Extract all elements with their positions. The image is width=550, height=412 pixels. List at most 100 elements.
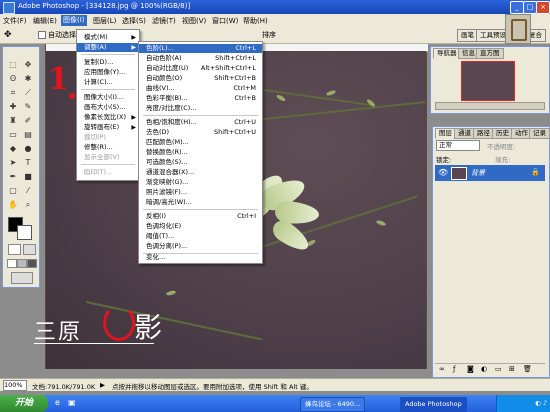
menu-item-selective-color[interactable]: 可选颜色(S)... [139, 158, 262, 167]
menu-item-color-balance[interactable]: 色彩平衡(B)... Ctrl+B [139, 94, 262, 103]
history-brush-tool-icon[interactable]: ✐ [22, 115, 34, 127]
gradient-tool-icon[interactable]: ▤ [22, 129, 34, 141]
standard-mode-icon[interactable] [8, 244, 21, 255]
menu-item-pixel-aspect-ratio[interactable]: 像素长宽比(X) ▶ [77, 113, 139, 122]
menu-item-match-color[interactable]: 匹配颜色(M)... [139, 138, 262, 147]
status-arrow-icon[interactable]: ▶ [100, 381, 105, 389]
blur-tool-icon[interactable]: ◆ [7, 143, 19, 155]
quick-launch-desktop-icon[interactable]: ▣ [68, 398, 76, 407]
brush-tool-icon[interactable]: ✎ [22, 101, 34, 113]
menu-item-rotate-canvas[interactable]: 旋转画布(E) ▶ [77, 123, 139, 132]
tab-histogram[interactable]: 直方图 [476, 48, 504, 59]
background-color-swatch[interactable] [17, 225, 32, 240]
healing-brush-tool-icon[interactable]: ✚ [7, 101, 19, 113]
pen-tool-icon[interactable]: ✒ [7, 171, 19, 183]
menu-item-calculations[interactable]: 计算(C)... [77, 78, 139, 87]
menu-image[interactable]: 图像(I) [61, 15, 87, 26]
lasso-tool-icon[interactable]: ʘ [7, 73, 19, 85]
tray-icons[interactable]: ◐ ♪ [535, 399, 547, 407]
menu-item-reveal-all[interactable]: 显示全部(V) [77, 153, 139, 162]
menu-item-mode[interactable]: 模式(M) ▶ [77, 33, 139, 42]
jump-to-imageready-icon[interactable] [11, 272, 33, 284]
workspace-tab-brushes[interactable]: 画笔 [457, 29, 478, 42]
zoom-field[interactable]: 100% [3, 380, 27, 391]
tab-channels[interactable]: 通道 [454, 128, 475, 139]
clone-stamp-tool-icon[interactable]: ♜ [7, 115, 19, 127]
menu-item-gradient-map[interactable]: 渐变映射(G)... [139, 178, 262, 187]
menu-item-auto-contrast[interactable]: 自动对比度(U) Alt+Shift+Ctrl+L [139, 64, 262, 73]
type-tool-icon[interactable]: T [22, 157, 34, 169]
menu-item-variations[interactable]: 变化... [139, 253, 262, 262]
shape-tool-icon[interactable]: ■ [22, 171, 34, 183]
menu-item-equalize[interactable]: 色调均化(E) [139, 222, 262, 231]
menu-item-crop[interactable]: 裁切(P) [77, 133, 139, 142]
screen-mode-standard-icon[interactable] [7, 259, 17, 268]
menu-item-trap[interactable]: 陷印(T)... [77, 168, 139, 177]
eyedropper-tool-icon[interactable]: ⁄ [22, 185, 34, 197]
move-tool-icon[interactable]: ✥ [4, 30, 12, 40]
minimize-button[interactable]: _ [510, 1, 524, 14]
navigator-thumbnail[interactable] [461, 61, 515, 101]
menu-item-trim[interactable]: 修整(R)... [77, 143, 139, 152]
zoom-tool-icon[interactable]: ⌕ [22, 199, 34, 211]
menu-item-desaturate[interactable]: 去色(D) Shift+Ctrl+U [139, 128, 262, 137]
blend-mode-select[interactable]: 正常 [436, 140, 480, 151]
menu-item-brightness-contrast[interactable]: 亮度/对比度(C)... [139, 104, 262, 113]
adjustment-layer-icon[interactable]: ◐ [481, 365, 487, 373]
taskbar-task-photoshop[interactable]: Adobe Photoshop [400, 397, 467, 412]
menu-filter[interactable]: 滤镜(T) [152, 16, 176, 26]
screen-mode-full-menu-icon[interactable] [17, 259, 27, 268]
menu-item-image-size[interactable]: 图像大小(I)... [77, 93, 139, 102]
menu-help[interactable]: 帮助(H) [243, 16, 268, 26]
tab-layers[interactable]: 图层 [435, 128, 456, 139]
taskbar-task-forum[interactable]: 蜂鸟论坛 - 6490... [300, 397, 366, 412]
menu-item-invert[interactable]: 反相(I) Ctrl+I [139, 212, 262, 221]
menu-item-replace-color[interactable]: 替换颜色(R)... [139, 148, 262, 157]
tab-records[interactable]: 记录 [529, 128, 550, 139]
hand-tool-icon[interactable]: ✋ [7, 199, 19, 211]
link-layers-icon[interactable]: ∞ [439, 365, 445, 373]
menu-select[interactable]: 选择(S) [122, 16, 146, 26]
crop-tool-icon[interactable]: ⌗ [7, 87, 19, 99]
menu-item-hue-saturation[interactable]: 色相/饱和度(H)... Ctrl+U [139, 118, 262, 127]
menu-window[interactable]: 窗口(W) [212, 16, 238, 26]
marquee-tool-icon[interactable]: ⬚ [7, 59, 19, 71]
add-mask-icon[interactable]: ◙ [467, 365, 474, 373]
menu-item-adjustments[interactable]: 调整(A) ▶ [77, 43, 139, 52]
maximize-button[interactable]: □ [523, 1, 537, 14]
menu-item-duplicate[interactable]: 复制(D)... [77, 58, 139, 67]
layer-style-icon[interactable]: ƒ [453, 365, 455, 373]
menu-item-threshold[interactable]: 阈值(T)... [139, 232, 262, 241]
menu-item-shadow-highlight[interactable]: 暗调/高光(W)... [139, 198, 262, 207]
menu-item-canvas-size[interactable]: 画布大小(S)... [77, 103, 139, 112]
menu-item-auto-levels[interactable]: 自动色阶(A) Shift+Ctrl+L [139, 54, 262, 63]
menu-item-auto-color[interactable]: 自动颜色(O) Shift+Ctrl+B [139, 74, 262, 83]
tab-history[interactable]: 历史 [492, 128, 513, 139]
new-group-icon[interactable]: ▭ [495, 365, 502, 373]
new-layer-icon[interactable]: ⊞ [509, 365, 515, 373]
menu-item-photo-filter[interactable]: 照片滤镜(F)... [139, 188, 262, 197]
close-button[interactable]: × [536, 1, 550, 14]
quick-launch-ie-icon[interactable]: e [55, 398, 60, 407]
delete-layer-icon[interactable]: 🗑 [523, 365, 532, 373]
menu-item-levels[interactable]: 色阶(L)... Ctrl+L [139, 44, 262, 53]
move-tool-icon[interactable]: ✥ [22, 59, 34, 71]
tab-navigator[interactable]: 导航器 [433, 48, 461, 59]
navigator-zoom-slider[interactable] [435, 102, 545, 110]
dodge-tool-icon[interactable]: ● [22, 143, 34, 155]
start-button[interactable]: 开始 [0, 395, 48, 412]
menu-item-channel-mixer[interactable]: 通道混合器(X)... [139, 168, 262, 177]
tab-paths[interactable]: 路径 [473, 128, 494, 139]
menu-layer[interactable]: 图层(L) [93, 16, 116, 26]
auto-select-checkbox[interactable] [38, 31, 46, 39]
magic-wand-tool-icon[interactable]: ✱ [22, 73, 34, 85]
path-select-tool-icon[interactable]: ➤ [7, 157, 19, 169]
quick-mask-mode-icon[interactable] [23, 244, 36, 255]
screen-mode-full-icon[interactable] [27, 259, 37, 268]
menu-edit[interactable]: 编辑(E) [33, 16, 57, 26]
slice-tool-icon[interactable]: ⟋ [22, 87, 34, 99]
menu-view[interactable]: 视图(V) [182, 16, 206, 26]
menu-item-apply-image[interactable]: 应用图像(Y)... [77, 68, 139, 77]
eraser-tool-icon[interactable]: ▭ [7, 129, 19, 141]
menu-item-curves[interactable]: 曲线(V)... Ctrl+M [139, 84, 262, 93]
